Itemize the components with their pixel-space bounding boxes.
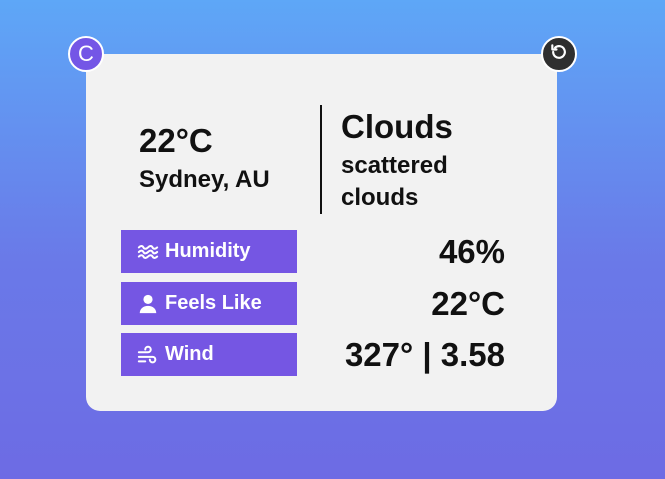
location-name: Sydney, AU [139,166,270,193]
feels-like-label: Feels Like [165,292,262,314]
humidity-label-box: Humidity [121,230,297,273]
weather-description: scattered clouds [341,152,448,211]
wind-label: Wind [165,343,214,365]
divider [320,105,322,214]
refresh-button[interactable] [541,36,577,72]
unit-toggle-label: C [78,41,94,66]
person-icon [137,293,159,315]
refresh-icon [549,42,569,67]
wind-icon [137,344,159,366]
wind-label-box: Wind [121,333,297,376]
current-temperature: 22°C [139,122,213,159]
water-waves-icon [137,241,159,263]
humidity-label: Humidity [165,240,251,262]
humidity-value: 46% [438,233,505,270]
weather-condition: Clouds [341,108,453,145]
unit-toggle-button[interactable]: C [68,36,104,72]
feels-like-label-box: Feels Like [121,282,297,325]
feels-like-value: 22°C [431,285,505,322]
wind-value: 327° | 3.58 [344,336,505,373]
